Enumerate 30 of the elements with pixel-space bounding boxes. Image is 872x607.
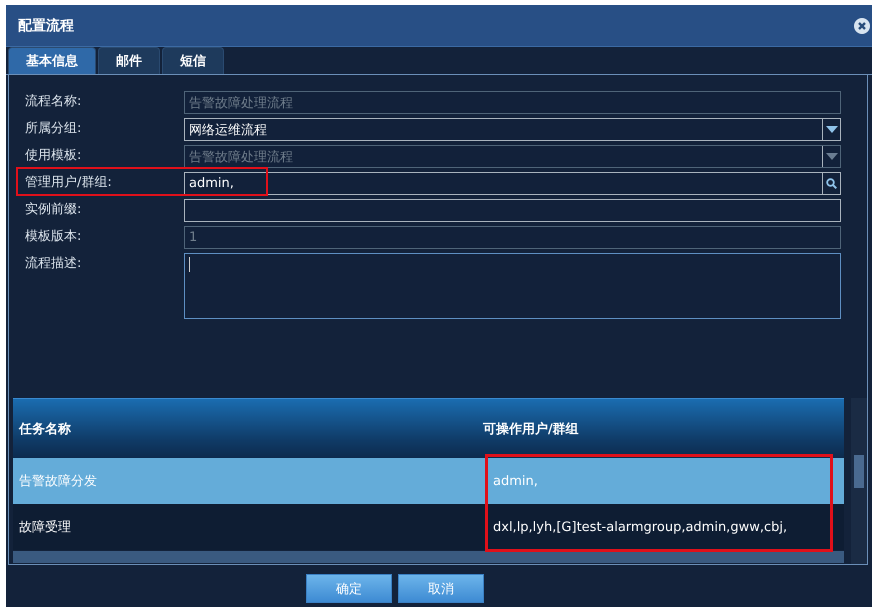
column-header: 可操作用户/群组	[482, 420, 580, 438]
dropdown[interactable]: 网络运维流程	[184, 118, 841, 141]
table-cell-text: admin,	[492, 474, 539, 488]
field-label: 使用模板:	[25, 147, 82, 165]
close-icon[interactable]	[854, 18, 870, 34]
scrollbar-thumb[interactable]	[854, 455, 864, 488]
input-field[interactable]	[184, 199, 841, 222]
field-label: 管理用户/群组:	[25, 174, 113, 192]
table-row[interactable]: 故障受理 dxl,lp,lyh,[G]test-alarmgroup,admin,gww,cbj,	[13, 504, 844, 550]
tab[interactable]: 邮件	[98, 47, 160, 74]
tab[interactable]: 基本信息	[8, 47, 96, 74]
search-icon[interactable]	[826, 178, 837, 189]
horizontal-scrollbar[interactable]	[13, 551, 844, 563]
field-label: 模板版本:	[25, 228, 82, 246]
table-cell-text: 故障受理	[18, 519, 72, 536]
text-area[interactable]	[184, 253, 841, 319]
column-header: 任务名称	[18, 420, 72, 438]
tab[interactable]: 短信	[162, 47, 224, 74]
search-field[interactable]: admin,	[184, 172, 841, 195]
window-title: 配置流程	[18, 16, 74, 34]
table-cell-text: 告警故障分发	[18, 473, 98, 490]
field-label: 流程名称:	[25, 93, 82, 111]
table-cell-text: dxl,lp,lyh,[G]test-alarmgroup,admin,gww,cbj,	[492, 520, 788, 534]
dropdown-arrow-icon[interactable]	[826, 126, 838, 134]
text-cursor	[189, 257, 190, 272]
field-label: 实例前缀:	[25, 201, 82, 219]
field-label: 流程描述:	[25, 255, 82, 273]
field-label: 所属分组:	[25, 120, 82, 138]
dialog-button[interactable]: 取消	[398, 574, 484, 603]
dialog-button[interactable]: 确定	[306, 574, 392, 603]
